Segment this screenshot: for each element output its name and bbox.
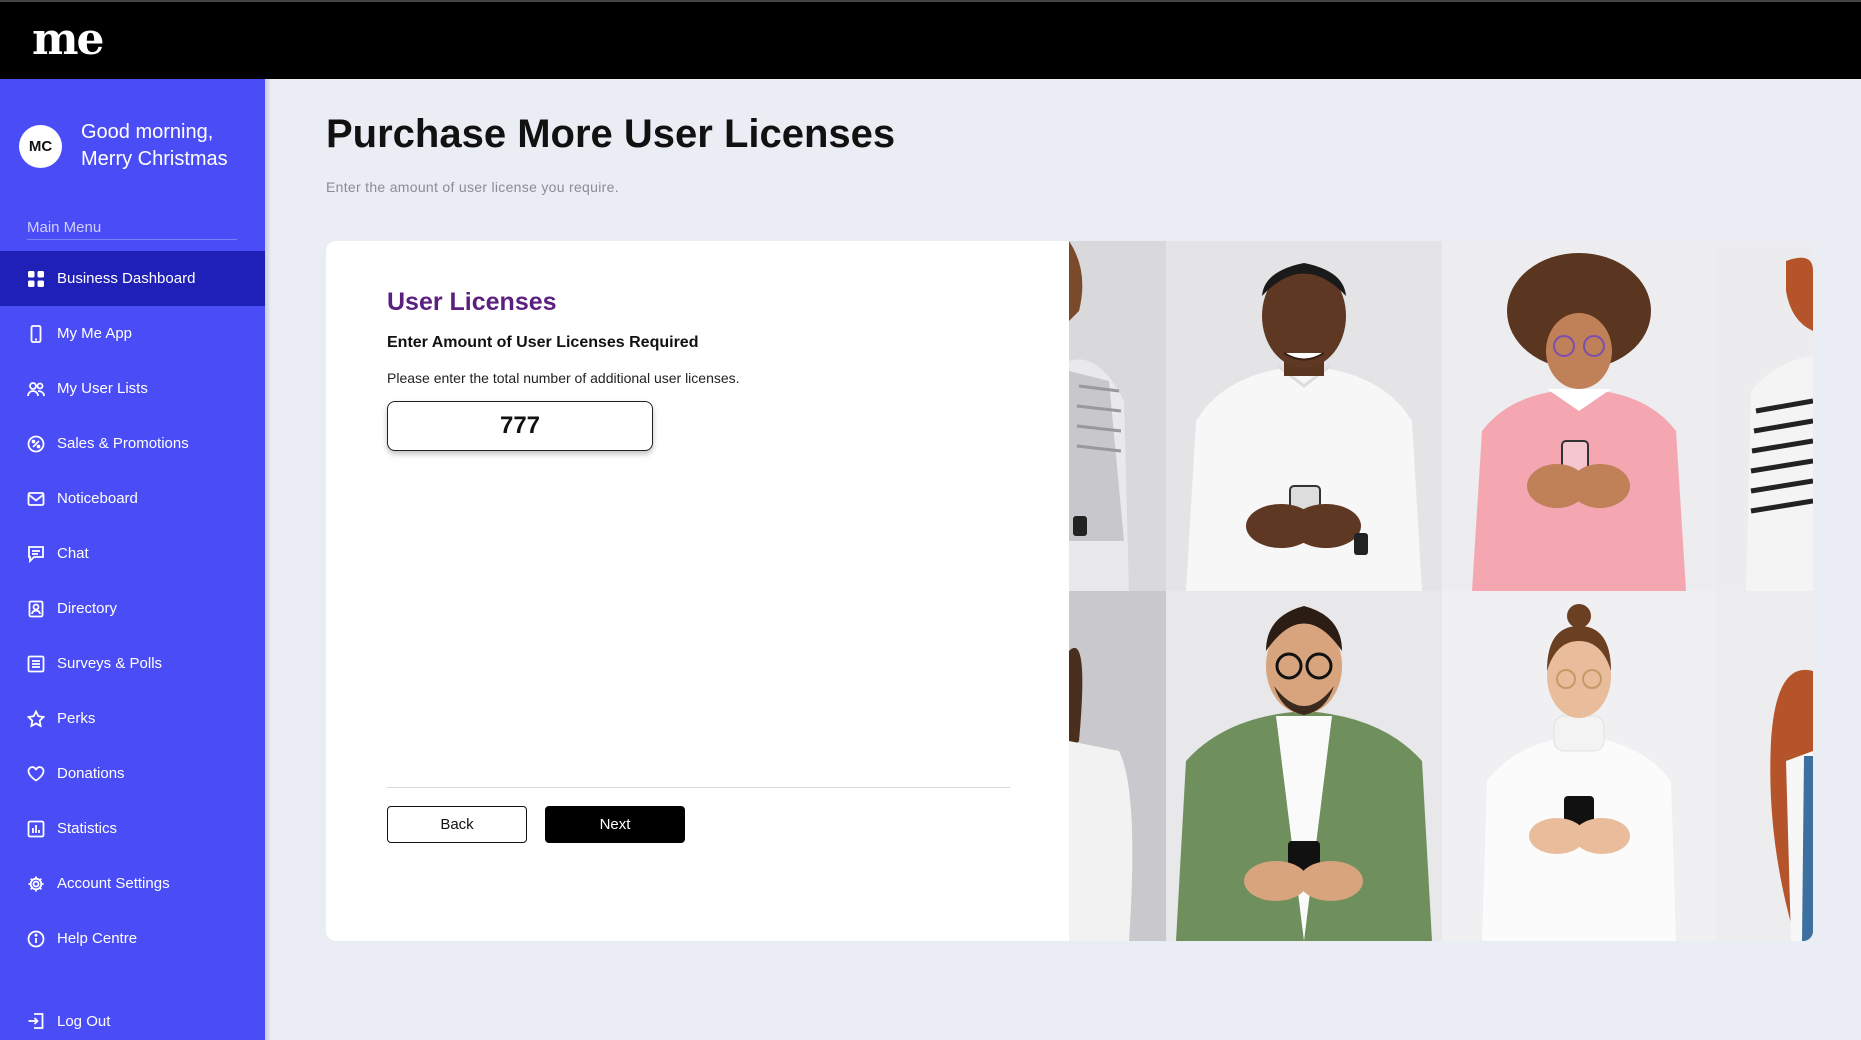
sidebar-item-business-dashboard[interactable]: Business Dashboard bbox=[0, 251, 265, 306]
sidebar-item-donations[interactable]: Donations bbox=[0, 746, 265, 801]
sidebar-item-label: Donations bbox=[57, 765, 125, 782]
user-greeting: MC Good morning, Merry Christmas bbox=[19, 119, 228, 173]
photo-woman-white-sweater bbox=[1442, 591, 1716, 941]
photo-woman-pink-sweater bbox=[1442, 241, 1716, 591]
sidebar-item-label: My User Lists bbox=[57, 380, 148, 397]
photo-man-white-tshirt bbox=[1166, 241, 1442, 591]
page-title: Purchase More User Licenses bbox=[326, 112, 896, 156]
bar-chart-icon bbox=[27, 820, 45, 838]
main-menu-label: Main Menu bbox=[27, 219, 102, 236]
percent-icon bbox=[27, 435, 45, 453]
sidebar-item-account-settings[interactable]: Account Settings bbox=[0, 856, 265, 911]
license-card: User Licenses Enter Amount of User Licen… bbox=[326, 241, 1813, 941]
sidebar-item-label: Statistics bbox=[57, 820, 118, 837]
sidebar-item-label: Surveys & Polls bbox=[57, 655, 163, 672]
chat-icon bbox=[27, 545, 45, 563]
greeting-line-1: Good morning, bbox=[81, 121, 214, 143]
sidebar-item-noticeboard[interactable]: Noticeboard bbox=[0, 471, 265, 526]
sidebar-item-label: Business Dashboard bbox=[57, 270, 196, 287]
main-menu: Business Dashboard My Me App My User Lis… bbox=[0, 251, 265, 966]
logout-button[interactable]: Log Out bbox=[27, 1012, 110, 1030]
sidebar-item-perks[interactable]: Perks bbox=[0, 691, 265, 746]
users-icon bbox=[27, 380, 45, 398]
back-button[interactable]: Back bbox=[387, 806, 527, 843]
form-divider bbox=[387, 787, 1010, 788]
sidebar-item-label: Account Settings bbox=[57, 875, 170, 892]
photo-person-edge-right-bottom bbox=[1716, 591, 1813, 941]
logout-label: Log Out bbox=[57, 1012, 111, 1030]
photo-person-edge-left-top bbox=[1069, 241, 1166, 591]
app-logo[interactable]: me bbox=[32, 18, 105, 62]
sidebar-item-chat[interactable]: Chat bbox=[0, 526, 265, 581]
photo-man-green-jacket bbox=[1166, 591, 1442, 941]
mail-icon bbox=[27, 490, 45, 508]
license-form: User Licenses Enter Amount of User Licen… bbox=[326, 241, 1069, 941]
menu-divider bbox=[27, 239, 237, 240]
contact-book-icon bbox=[27, 600, 45, 618]
sidebar-item-label: Noticeboard bbox=[57, 490, 138, 507]
sidebar-item-my-me-app[interactable]: My Me App bbox=[0, 306, 265, 361]
sidebar-item-label: Directory bbox=[57, 600, 118, 617]
star-icon bbox=[27, 709, 45, 728]
sidebar-item-surveys-polls[interactable]: Surveys & Polls bbox=[0, 636, 265, 691]
photo-person-edge-right-top bbox=[1716, 241, 1813, 591]
sidebar-item-statistics[interactable]: Statistics bbox=[0, 801, 265, 856]
sidebar-item-label: Help Centre bbox=[57, 930, 138, 947]
top-bar: me bbox=[0, 0, 1861, 79]
phone-icon bbox=[27, 324, 45, 343]
list-icon bbox=[27, 655, 45, 673]
gear-icon bbox=[27, 875, 45, 893]
heart-icon bbox=[27, 765, 45, 783]
sidebar-item-my-user-lists[interactable]: My User Lists bbox=[0, 361, 265, 416]
sidebar: MC Good morning, Merry Christmas Main Me… bbox=[0, 79, 265, 1040]
grid-icon bbox=[27, 270, 45, 288]
next-button[interactable]: Next bbox=[545, 806, 685, 843]
sidebar-item-label: My Me App bbox=[57, 325, 133, 342]
sidebar-item-directory[interactable]: Directory bbox=[0, 581, 265, 636]
sidebar-shadow bbox=[265, 79, 271, 1040]
sidebar-item-label: Chat bbox=[57, 545, 89, 562]
field-help-text: Please enter the total number of additio… bbox=[387, 370, 740, 386]
avatar[interactable]: MC bbox=[19, 124, 62, 168]
section-title: User Licenses bbox=[387, 288, 557, 316]
greeting-line-2: Merry Christmas bbox=[81, 148, 228, 170]
sidebar-item-label: Sales & Promotions bbox=[57, 435, 189, 452]
people-photo-collage bbox=[1069, 241, 1813, 941]
page-subtitle: Enter the amount of user license you req… bbox=[326, 179, 619, 195]
sidebar-item-label: Perks bbox=[57, 710, 96, 727]
sidebar-item-help-centre[interactable]: Help Centre bbox=[0, 911, 265, 966]
greeting-text: Good morning, Merry Christmas bbox=[81, 119, 228, 173]
sidebar-item-sales-promotions[interactable]: Sales & Promotions bbox=[0, 416, 265, 471]
field-label: Enter Amount of User Licenses Required bbox=[387, 334, 699, 351]
info-icon bbox=[27, 930, 45, 948]
license-quantity-input[interactable] bbox=[387, 401, 653, 451]
photo-person-edge-left-bottom bbox=[1069, 591, 1166, 941]
logout-icon bbox=[27, 1012, 45, 1030]
